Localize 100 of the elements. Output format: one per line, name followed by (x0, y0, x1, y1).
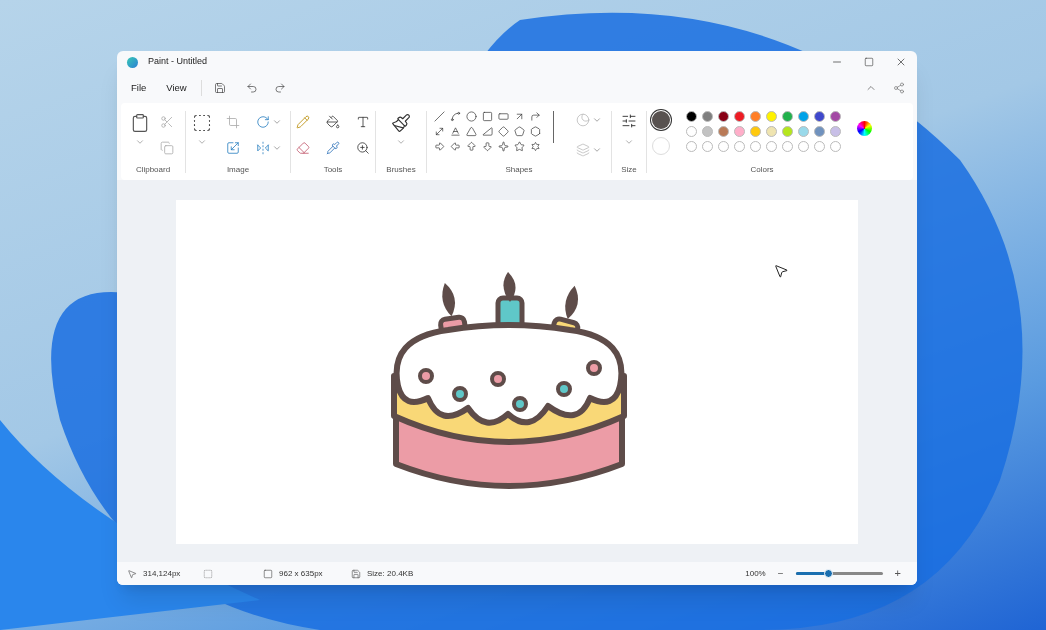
window-title: Paint - Untitled (148, 55, 208, 69)
group-label: Brushes (386, 164, 416, 176)
color-swatch[interactable] (766, 111, 777, 122)
empty-color-slot[interactable] (798, 141, 809, 152)
fill-icon (326, 115, 340, 129)
file-size-icon (351, 568, 361, 579)
empty-color-slot[interactable] (750, 141, 761, 152)
color-swatch[interactable] (766, 126, 777, 137)
color-swatch[interactable] (750, 126, 761, 137)
primary-color[interactable] (652, 111, 670, 129)
selection-icon (192, 113, 212, 133)
empty-color-slot[interactable] (718, 141, 729, 152)
redo-icon (273, 82, 286, 94)
star-icon[interactable] (514, 141, 525, 152)
six-point-star-icon[interactable] (530, 141, 541, 152)
zoom-level: 100% (745, 567, 766, 580)
color-swatch[interactable] (750, 111, 761, 122)
color-swatch[interactable] (782, 126, 793, 137)
rectangle-icon[interactable] (482, 111, 493, 122)
color-swatch[interactable] (830, 111, 841, 122)
right-arrow-icon[interactable] (434, 141, 445, 152)
diamond-icon[interactable] (498, 126, 509, 137)
shape-fill-icon (576, 143, 590, 157)
menu-item[interactable]: File (125, 80, 153, 96)
text-icon (356, 115, 370, 129)
four-point-star-icon[interactable] (498, 141, 509, 152)
color-swatch[interactable] (718, 111, 729, 122)
caret-icon (592, 115, 602, 125)
color-swatch[interactable] (686, 126, 697, 137)
magnifier-icon (356, 141, 370, 155)
secondary-color[interactable] (652, 137, 670, 155)
color-swatch[interactable] (814, 126, 825, 137)
rotate-icon (256, 115, 270, 129)
flip-icon (256, 141, 270, 155)
maximize-icon (864, 57, 874, 67)
caret-icon (135, 137, 145, 147)
color-swatch[interactable] (718, 126, 729, 137)
line-icon[interactable] (434, 111, 445, 122)
down-arrow-icon[interactable] (482, 141, 493, 152)
color-swatch[interactable] (798, 111, 809, 122)
pentagon-icon[interactable] (514, 126, 525, 137)
hexagon-icon[interactable] (530, 126, 541, 137)
caret-icon (272, 143, 282, 153)
caret-icon (592, 145, 602, 155)
pencil-button[interactable] (294, 113, 312, 131)
color-swatch[interactable] (798, 126, 809, 137)
empty-color-slot[interactable] (782, 141, 793, 152)
curved-arrow-icon[interactable] (530, 111, 541, 122)
brush-icon (391, 113, 411, 133)
resize-icon (226, 141, 240, 155)
color-wheel-icon[interactable] (857, 121, 872, 136)
color-swatch[interactable] (830, 126, 841, 137)
menu-item[interactable]: View (160, 80, 193, 96)
eraser-button[interactable] (294, 139, 312, 157)
fill-button[interactable] (324, 113, 342, 131)
copy-icon (160, 141, 174, 155)
empty-color-slot[interactable] (734, 141, 745, 152)
empty-color-slot[interactable] (830, 141, 841, 152)
caret-icon (624, 137, 634, 147)
oval-icon[interactable] (466, 111, 477, 122)
up-arrow-icon[interactable] (466, 141, 477, 152)
arrow-icon[interactable] (514, 111, 525, 122)
color-swatch[interactable] (734, 111, 745, 122)
left-arrow-icon[interactable] (450, 141, 461, 152)
color-swatch[interactable] (814, 111, 825, 122)
color-swatch[interactable] (702, 111, 713, 122)
curve-icon[interactable] (450, 111, 461, 122)
color-swatch[interactable] (686, 111, 697, 122)
resize-button[interactable] (224, 139, 242, 157)
copy-button[interactable] (158, 139, 176, 157)
empty-color-slot[interactable] (686, 141, 697, 152)
share-button[interactable] (893, 82, 905, 94)
paste-icon (130, 113, 150, 133)
file-size: Size: 20.4KB (367, 567, 414, 580)
zoom-out-button[interactable]: − (777, 566, 784, 581)
group-label: Clipboard (135, 164, 171, 176)
rounded-rectangle-icon[interactable] (498, 111, 509, 122)
color-swatch[interactable] (702, 126, 713, 137)
empty-color-slot[interactable] (702, 141, 713, 152)
color-picker-button[interactable] (324, 139, 342, 157)
group-label: Tools (323, 164, 343, 176)
magnifier-button[interactable] (354, 139, 372, 157)
zoom-slider-thumb[interactable] (823, 569, 833, 578)
empty-color-slot[interactable] (766, 141, 777, 152)
color-swatch[interactable] (782, 111, 793, 122)
right-triangle-icon[interactable] (482, 126, 493, 137)
cut-icon (160, 115, 174, 129)
zoom-slider[interactable] (795, 572, 883, 575)
color-picker-icon (326, 141, 340, 155)
triangle-icon[interactable] (466, 126, 477, 137)
crop-icon (226, 115, 240, 129)
save-icon (213, 82, 226, 94)
group-label: Colors (750, 164, 774, 176)
color-swatch[interactable] (734, 126, 745, 137)
empty-color-slot[interactable] (814, 141, 825, 152)
caret-icon (272, 117, 282, 127)
crop-button[interactable] (224, 113, 242, 131)
zoom-in-button[interactable]: + (894, 565, 901, 582)
selection-icon (203, 568, 213, 579)
double-arrow-icon[interactable] (434, 126, 445, 137)
